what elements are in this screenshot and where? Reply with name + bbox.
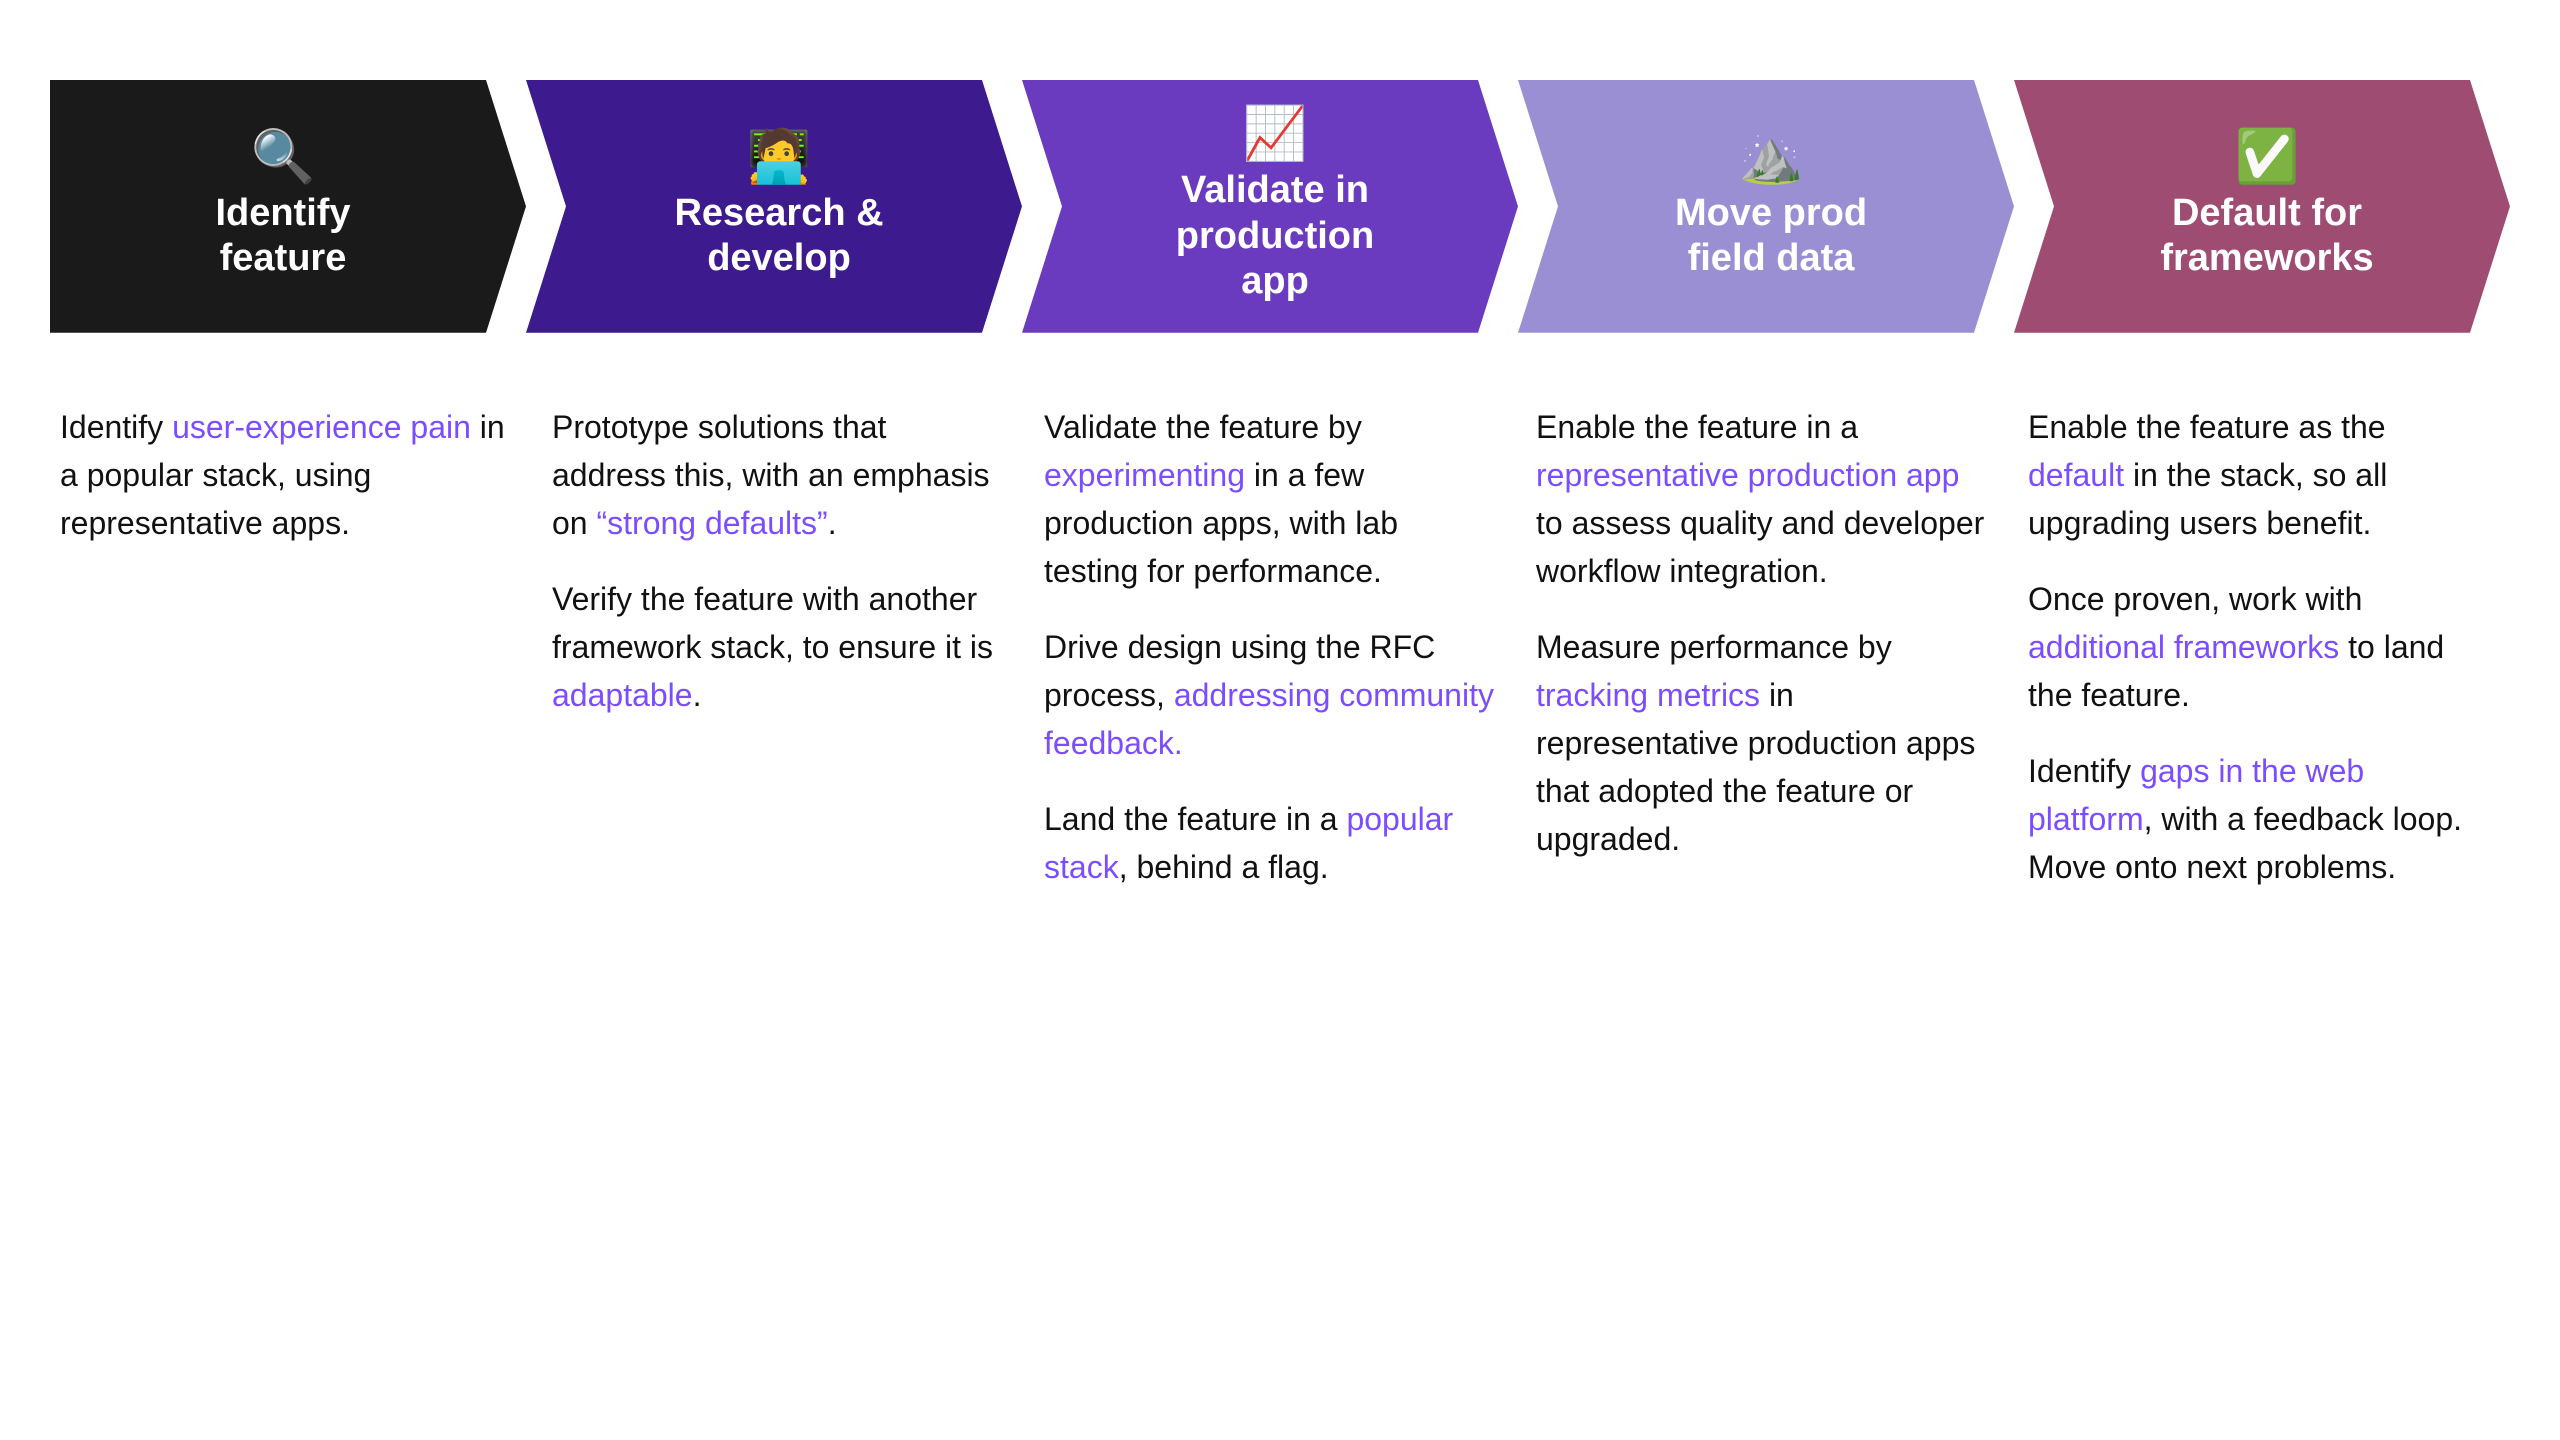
highlighted-link: additional frameworks xyxy=(2028,629,2339,665)
paragraph: Once proven, work with additional framew… xyxy=(2028,575,2480,719)
highlighted-link: user-experience pain xyxy=(172,409,471,445)
step-label-move-prod-field-data: Move prod field data xyxy=(1675,191,1867,282)
paragraph: Identify user-experience pain in a popul… xyxy=(60,403,512,547)
highlighted-link: addressing community feedback. xyxy=(1044,677,1494,761)
arrow-step-identify-feature: 🔍 Identify feature xyxy=(50,80,526,333)
process-arrows: 🔍 Identify feature 🧑‍💻 Research & develop 📈 V… xyxy=(50,80,2510,333)
highlighted-link: default xyxy=(2028,457,2124,493)
paragraph: Measure performance by tracking metrics … xyxy=(1536,623,1988,863)
arrow-step-default-frameworks: ✅ Default for frameworks xyxy=(2014,80,2510,333)
paragraph: Prototype solutions that address this, w… xyxy=(552,403,1004,547)
content-col-research-develop: Prototype solutions that address this, w… xyxy=(542,383,1034,739)
paragraph: Validate the feature by experimenting in… xyxy=(1044,403,1496,595)
step-icon-default-frameworks: ✅ xyxy=(2235,131,2300,183)
step-icon-identify-feature: 🔍 xyxy=(251,131,316,183)
content-col-default-frameworks: Enable the feature as the default in the… xyxy=(2018,383,2510,911)
paragraph: Land the feature in a popular stack, beh… xyxy=(1044,795,1496,891)
step-icon-validate-production: 📈 xyxy=(1243,108,1308,160)
content-col-identify-feature: Identify user-experience pain in a popul… xyxy=(50,383,542,567)
arrow-step-validate-production: 📈 Validate in production app xyxy=(1022,80,1518,333)
arrow-step-move-prod-field-data: ⛰️ Move prod field data xyxy=(1518,80,2014,333)
content-col-move-prod-field-data: Enable the feature in a representative p… xyxy=(1526,383,2018,883)
paragraph: Drive design using the RFC process, addr… xyxy=(1044,623,1496,767)
highlighted-link: gaps in the web platform xyxy=(2028,753,2364,837)
arrow-step-research-develop: 🧑‍💻 Research & develop xyxy=(526,80,1022,333)
step-label-research-develop: Research & develop xyxy=(674,191,883,282)
paragraph: Verify the feature with another framewor… xyxy=(552,575,1004,719)
step-icon-move-prod-field-data: ⛰️ xyxy=(1739,131,1804,183)
step-icon-research-develop: 🧑‍💻 xyxy=(747,131,812,183)
highlighted-link: adaptable xyxy=(552,677,693,713)
step-label-validate-production: Validate in production app xyxy=(1176,168,1374,305)
step-label-default-frameworks: Default for frameworks xyxy=(2160,191,2373,282)
paragraph: Enable the feature as the default in the… xyxy=(2028,403,2480,547)
step-label-identify-feature: Identify feature xyxy=(215,191,350,282)
content-col-validate-production: Validate the feature by experimenting in… xyxy=(1034,383,1526,911)
paragraph: Identify gaps in the web platform, with … xyxy=(2028,747,2480,891)
highlighted-link: tracking metrics xyxy=(1536,677,1760,713)
paragraph: Enable the feature in a representative p… xyxy=(1536,403,1988,595)
highlighted-link: “strong defaults” xyxy=(596,505,827,541)
content-columns: Identify user-experience pain in a popul… xyxy=(50,383,2510,911)
highlighted-link: representative production app xyxy=(1536,457,1959,493)
highlighted-link: experimenting xyxy=(1044,457,1245,493)
highlighted-link: popular stack xyxy=(1044,801,1453,885)
